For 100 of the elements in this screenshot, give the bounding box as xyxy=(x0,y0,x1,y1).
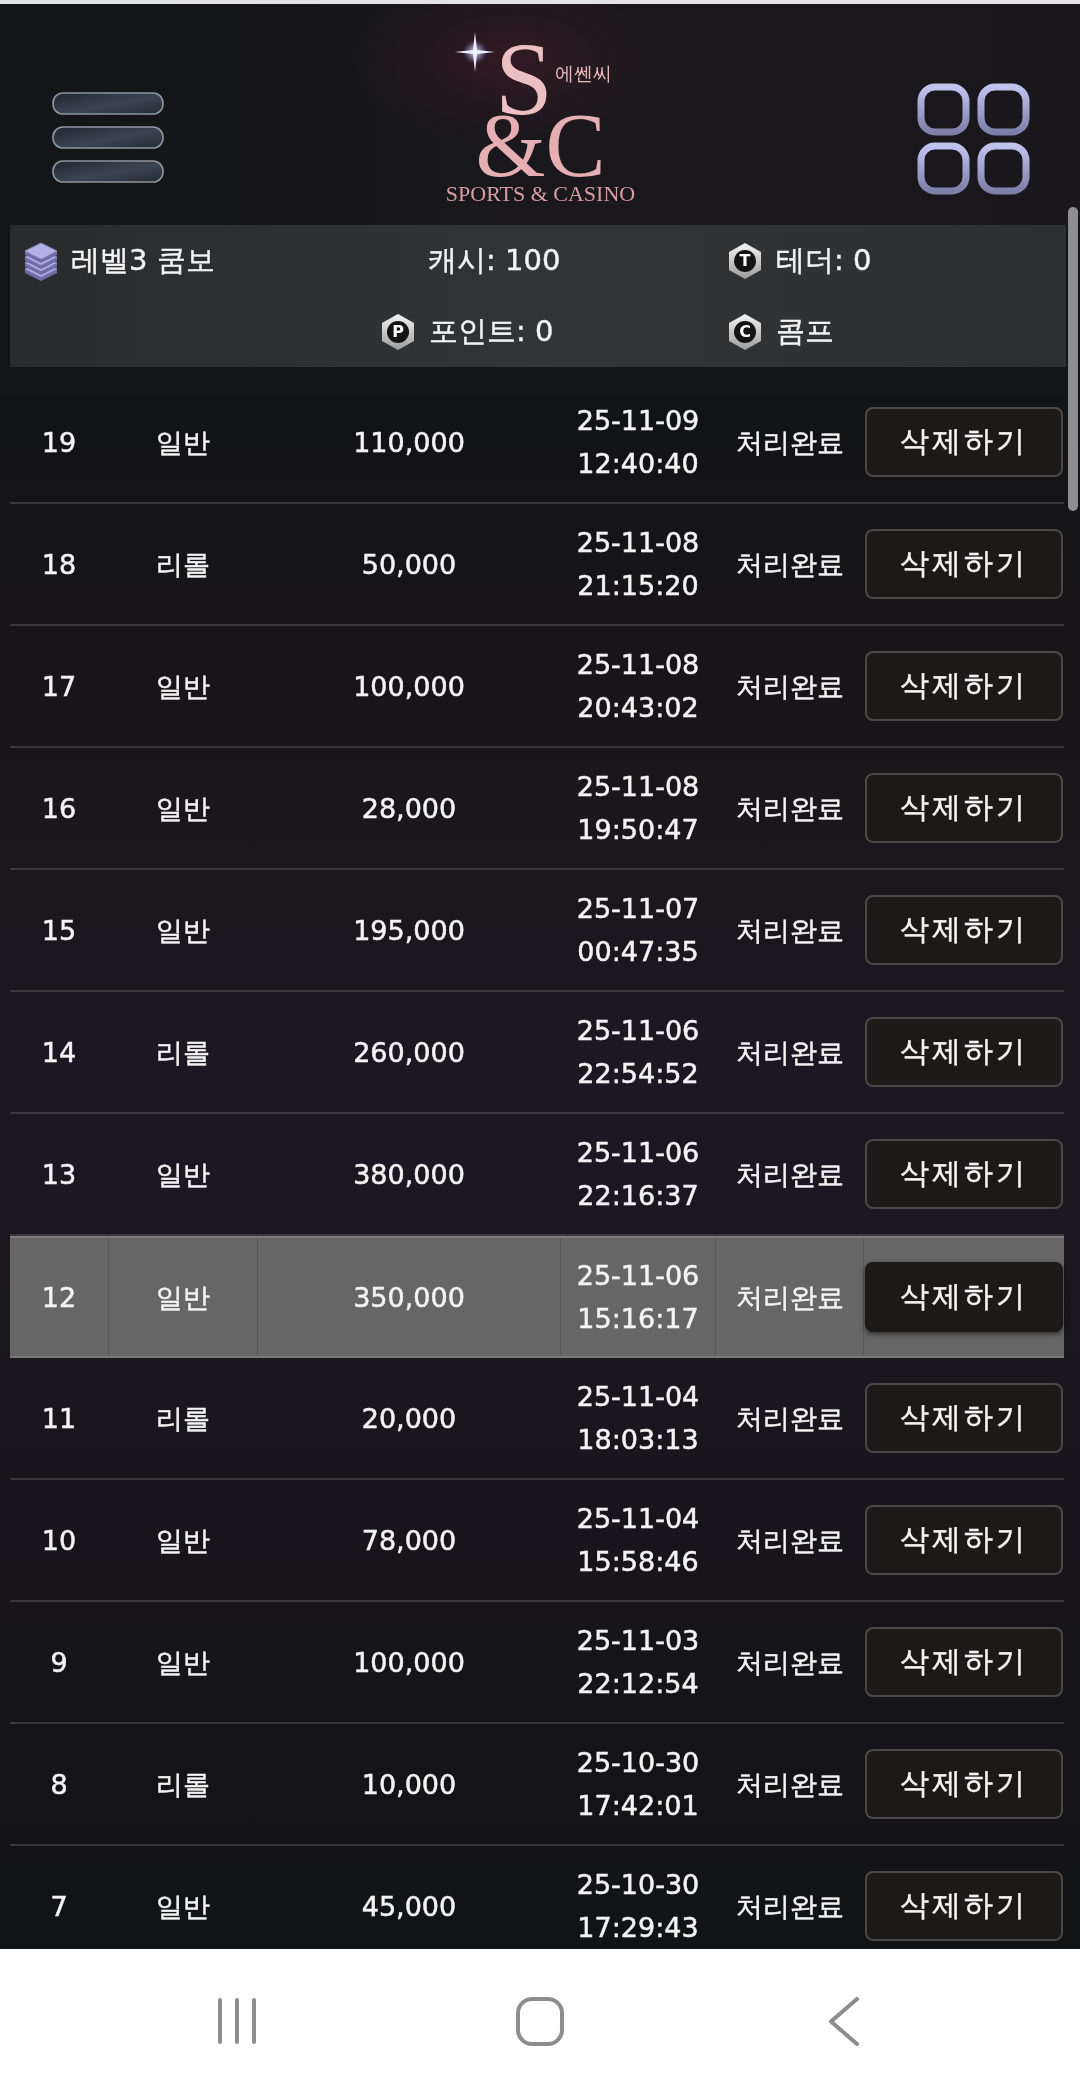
level-label: 레벨3 쿰보 xyxy=(71,241,215,279)
table-row[interactable]: 15 일반 195,000 25-11-07 00:47:35 처리완료 삭제하기 xyxy=(10,870,1064,992)
transaction-type: 리롤 xyxy=(156,1035,210,1070)
table-row[interactable]: 14 리롤 260,000 25-11-06 22:54:52 처리완료 삭제하기 xyxy=(10,992,1064,1114)
table-row[interactable]: 12 일반 350,000 25-11-06 15:16:17 처리완료 삭제하기 xyxy=(10,1236,1064,1358)
delete-button[interactable]: 삭제하기 xyxy=(865,407,1063,477)
logo-korean-name: 에쎈씨 xyxy=(554,62,612,84)
transaction-type: 리롤 xyxy=(156,547,210,582)
delete-button[interactable]: 삭제하기 xyxy=(865,529,1063,599)
status-text: 처리완료 xyxy=(735,791,844,826)
status-text: 처리완료 xyxy=(735,425,844,460)
transaction-type: 일반 xyxy=(156,1889,210,1924)
table-row[interactable]: 18 리롤 50,000 25-11-08 21:15:20 처리완료 삭제하기 xyxy=(10,504,1064,626)
row-number: 15 xyxy=(41,913,77,948)
row-number: 7 xyxy=(50,1889,68,1924)
time: 00:47:35 xyxy=(577,935,699,969)
amount: 20,000 xyxy=(361,1401,457,1436)
delete-button[interactable]: 삭제하기 xyxy=(865,1139,1063,1209)
row-number: 8 xyxy=(50,1767,68,1802)
status-text: 처리완료 xyxy=(735,547,844,582)
amount: 260,000 xyxy=(353,1035,465,1070)
row-number: 9 xyxy=(50,1645,68,1680)
back-icon[interactable] xyxy=(827,1996,859,2046)
time: 15:58:46 xyxy=(577,1545,699,1579)
time: 17:29:43 xyxy=(577,1911,699,1945)
row-number: 12 xyxy=(41,1280,77,1315)
home-icon[interactable] xyxy=(516,1996,564,2046)
delete-button[interactable]: 삭제하기 xyxy=(865,1505,1063,1575)
row-number: 14 xyxy=(41,1035,77,1070)
amount: 195,000 xyxy=(353,913,465,948)
amount: 78,000 xyxy=(361,1523,457,1558)
row-number: 16 xyxy=(41,791,77,826)
transaction-type: 일반 xyxy=(156,1645,210,1680)
transaction-type: 일반 xyxy=(156,1280,210,1315)
logo-tagline: SPORTS & CASINO xyxy=(445,182,636,206)
date: 25-11-09 xyxy=(576,404,700,438)
layers-icon xyxy=(24,240,58,281)
delete-button[interactable]: 삭제하기 xyxy=(865,1871,1063,1941)
time: 22:54:52 xyxy=(577,1057,699,1091)
delete-button[interactable]: 삭제하기 xyxy=(865,1749,1063,1819)
time: 20:43:02 xyxy=(577,691,699,725)
date: 25-11-03 xyxy=(576,1624,700,1658)
row-number: 10 xyxy=(41,1523,77,1558)
table-row[interactable]: 19 일반 110,000 25-11-09 12:40:40 처리완료 삭제하기 xyxy=(10,398,1064,504)
transaction-type: 리롤 xyxy=(156,1401,210,1436)
amount: 10,000 xyxy=(361,1767,457,1802)
status-text: 처리완료 xyxy=(735,1523,844,1558)
table-row[interactable]: 9 일반 100,000 25-11-03 22:12:54 처리완료 삭제하기 xyxy=(10,1602,1064,1724)
table-row[interactable]: 16 일반 28,000 25-11-08 19:50:47 처리완료 삭제하기 xyxy=(10,748,1064,870)
date: 25-11-08 xyxy=(576,526,700,560)
recent-apps-icon[interactable] xyxy=(217,1998,257,2044)
amount: 100,000 xyxy=(353,669,465,704)
transaction-type: 일반 xyxy=(156,1523,210,1558)
scrollbar-thumb[interactable] xyxy=(1068,207,1078,511)
status-text: 처리완료 xyxy=(735,1035,844,1070)
table-row[interactable]: 17 일반 100,000 25-11-08 20:43:02 처리완료 삭제하기 xyxy=(10,626,1064,748)
table-row[interactable]: 11 리롤 20,000 25-11-04 18:03:13 처리완료 삭제하기 xyxy=(10,1358,1064,1480)
amount: 100,000 xyxy=(353,1645,465,1680)
table-row[interactable]: 10 일반 78,000 25-11-04 15:58:46 처리완료 삭제하기 xyxy=(10,1480,1064,1602)
status-text: 처리완료 xyxy=(735,1645,844,1680)
logo-monogram: S xyxy=(495,44,553,114)
status-text: 처리완료 xyxy=(735,913,844,948)
transaction-type: 일반 xyxy=(156,791,210,826)
row-number: 17 xyxy=(41,669,77,704)
date: 25-10-30 xyxy=(576,1868,700,1902)
time: 17:42:01 xyxy=(577,1789,699,1823)
hexagon-badge-icon: T xyxy=(727,241,763,280)
logo-monogram: &C xyxy=(475,114,606,178)
balance-label: 포인트: 0 xyxy=(429,312,554,350)
table-row[interactable]: 8 리롤 10,000 25-10-30 17:42:01 처리완료 삭제하기 xyxy=(10,1724,1064,1846)
time: 15:16:17 xyxy=(577,1302,699,1336)
time: 19:50:47 xyxy=(577,813,699,847)
time: 12:40:40 xyxy=(577,447,699,481)
grid-icon[interactable] xyxy=(917,83,1030,195)
status-text: 처리완료 xyxy=(735,1280,844,1315)
date: 25-11-07 xyxy=(576,892,700,926)
delete-button[interactable]: 삭제하기 xyxy=(865,1262,1063,1332)
delete-button[interactable]: 삭제하기 xyxy=(865,1627,1063,1697)
date: 25-11-04 xyxy=(576,1380,700,1414)
delete-button[interactable]: 삭제하기 xyxy=(865,1017,1063,1087)
amount: 28,000 xyxy=(361,791,457,826)
delete-button[interactable]: 삭제하기 xyxy=(865,773,1063,843)
amount: 110,000 xyxy=(353,425,465,460)
status-text: 처리완료 xyxy=(735,1401,844,1436)
amount: 50,000 xyxy=(361,547,457,582)
transaction-type: 일반 xyxy=(156,425,210,460)
amount: 380,000 xyxy=(353,1157,465,1192)
date: 25-11-08 xyxy=(576,770,700,804)
delete-button[interactable]: 삭제하기 xyxy=(865,1383,1063,1453)
date: 25-11-04 xyxy=(576,1502,700,1536)
date: 25-11-08 xyxy=(576,648,700,682)
transaction-type: 일반 xyxy=(156,913,210,948)
delete-button[interactable]: 삭제하기 xyxy=(865,895,1063,965)
menu-icon[interactable] xyxy=(52,92,164,183)
status-text: 처리완료 xyxy=(735,1889,844,1924)
delete-button[interactable]: 삭제하기 xyxy=(865,651,1063,721)
hexagon-badge-icon: C xyxy=(727,312,763,351)
balance-label: 캐시: 100 xyxy=(428,241,561,279)
status-text: 처리완료 xyxy=(735,1767,844,1802)
time: 21:15:20 xyxy=(577,569,699,603)
